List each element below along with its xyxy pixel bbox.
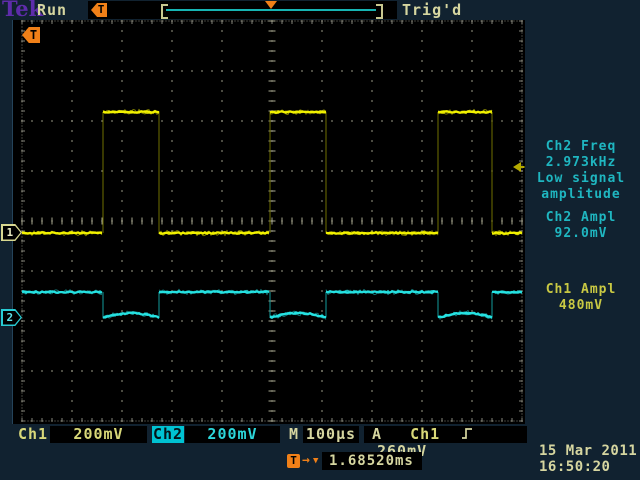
oscilloscope-display: Tek Run T Trig'd T 1 2 Ch2 Freq 2.973kHz…	[0, 0, 640, 480]
ch1-trace	[22, 109, 522, 235]
acquisition-state: Run	[37, 1, 67, 19]
ch2-ampl-measurement: Ch2 Ampl 92.0mV	[524, 210, 638, 242]
rising-edge-icon	[461, 427, 473, 440]
trigger-level-arrow-icon	[513, 162, 525, 172]
trigger-position-value: 1.68520ms	[322, 452, 422, 470]
timebase-readout: 100µs	[303, 426, 359, 443]
triangle-down-icon: ▼	[313, 456, 318, 466]
acq-window-end-bracket-icon	[376, 4, 383, 19]
ch2-ampl-label: Ch2 Ampl	[524, 210, 638, 226]
ch2-freq-value: 2.973kHz	[524, 155, 638, 171]
trigger-position-triangle-icon	[265, 1, 277, 9]
ch2-trace	[22, 289, 522, 319]
ch1-label: Ch1	[18, 426, 48, 443]
graticule-grid	[21, 20, 522, 421]
ch2-freq-measurement: Ch2 Freq 2.973kHz Low signal amplitude	[524, 139, 638, 203]
trigger-a-label: A	[372, 425, 382, 443]
arrow-right-icon: →	[302, 453, 310, 468]
ch2-label-badge: Ch2	[152, 426, 184, 443]
datetime: 15 Mar 2011 16:50:20	[539, 443, 637, 475]
trigger-status: Trig'd	[402, 1, 462, 19]
acquisition-record-bar: T	[88, 1, 397, 19]
ch2-ampl-value: 92.0mV	[524, 226, 638, 242]
time-label: 16:50:20	[539, 459, 637, 475]
acq-window-start-bracket-icon	[161, 4, 168, 19]
acq-window-line	[166, 9, 376, 11]
date-label: 15 Mar 2011	[539, 443, 637, 459]
ch1-scale-readout: 200mV	[50, 426, 147, 443]
ch1-ampl-measurement: Ch1 Ampl 480mV	[524, 282, 638, 314]
low-signal-warning-line2: amplitude	[524, 187, 638, 203]
trigger-position-icon: T	[91, 3, 107, 17]
trigger-readout: A Ch1 260mV	[364, 426, 527, 443]
timebase-label: M	[289, 426, 299, 443]
trigger-source: Ch1	[410, 425, 440, 443]
ch2-freq-label: Ch2 Freq	[524, 139, 638, 155]
status-bar: Ch1 200mV Ch2 200mV M 100µs A Ch1 260mV	[0, 426, 640, 443]
ch2-scale-readout: 200mV	[185, 426, 280, 443]
ch1-ampl-label: Ch1 Ampl	[524, 282, 638, 298]
low-signal-warning-line1: Low signal	[524, 171, 638, 187]
ch1-ampl-value: 480mV	[524, 298, 638, 314]
trigger-t-icon: T	[287, 454, 300, 468]
